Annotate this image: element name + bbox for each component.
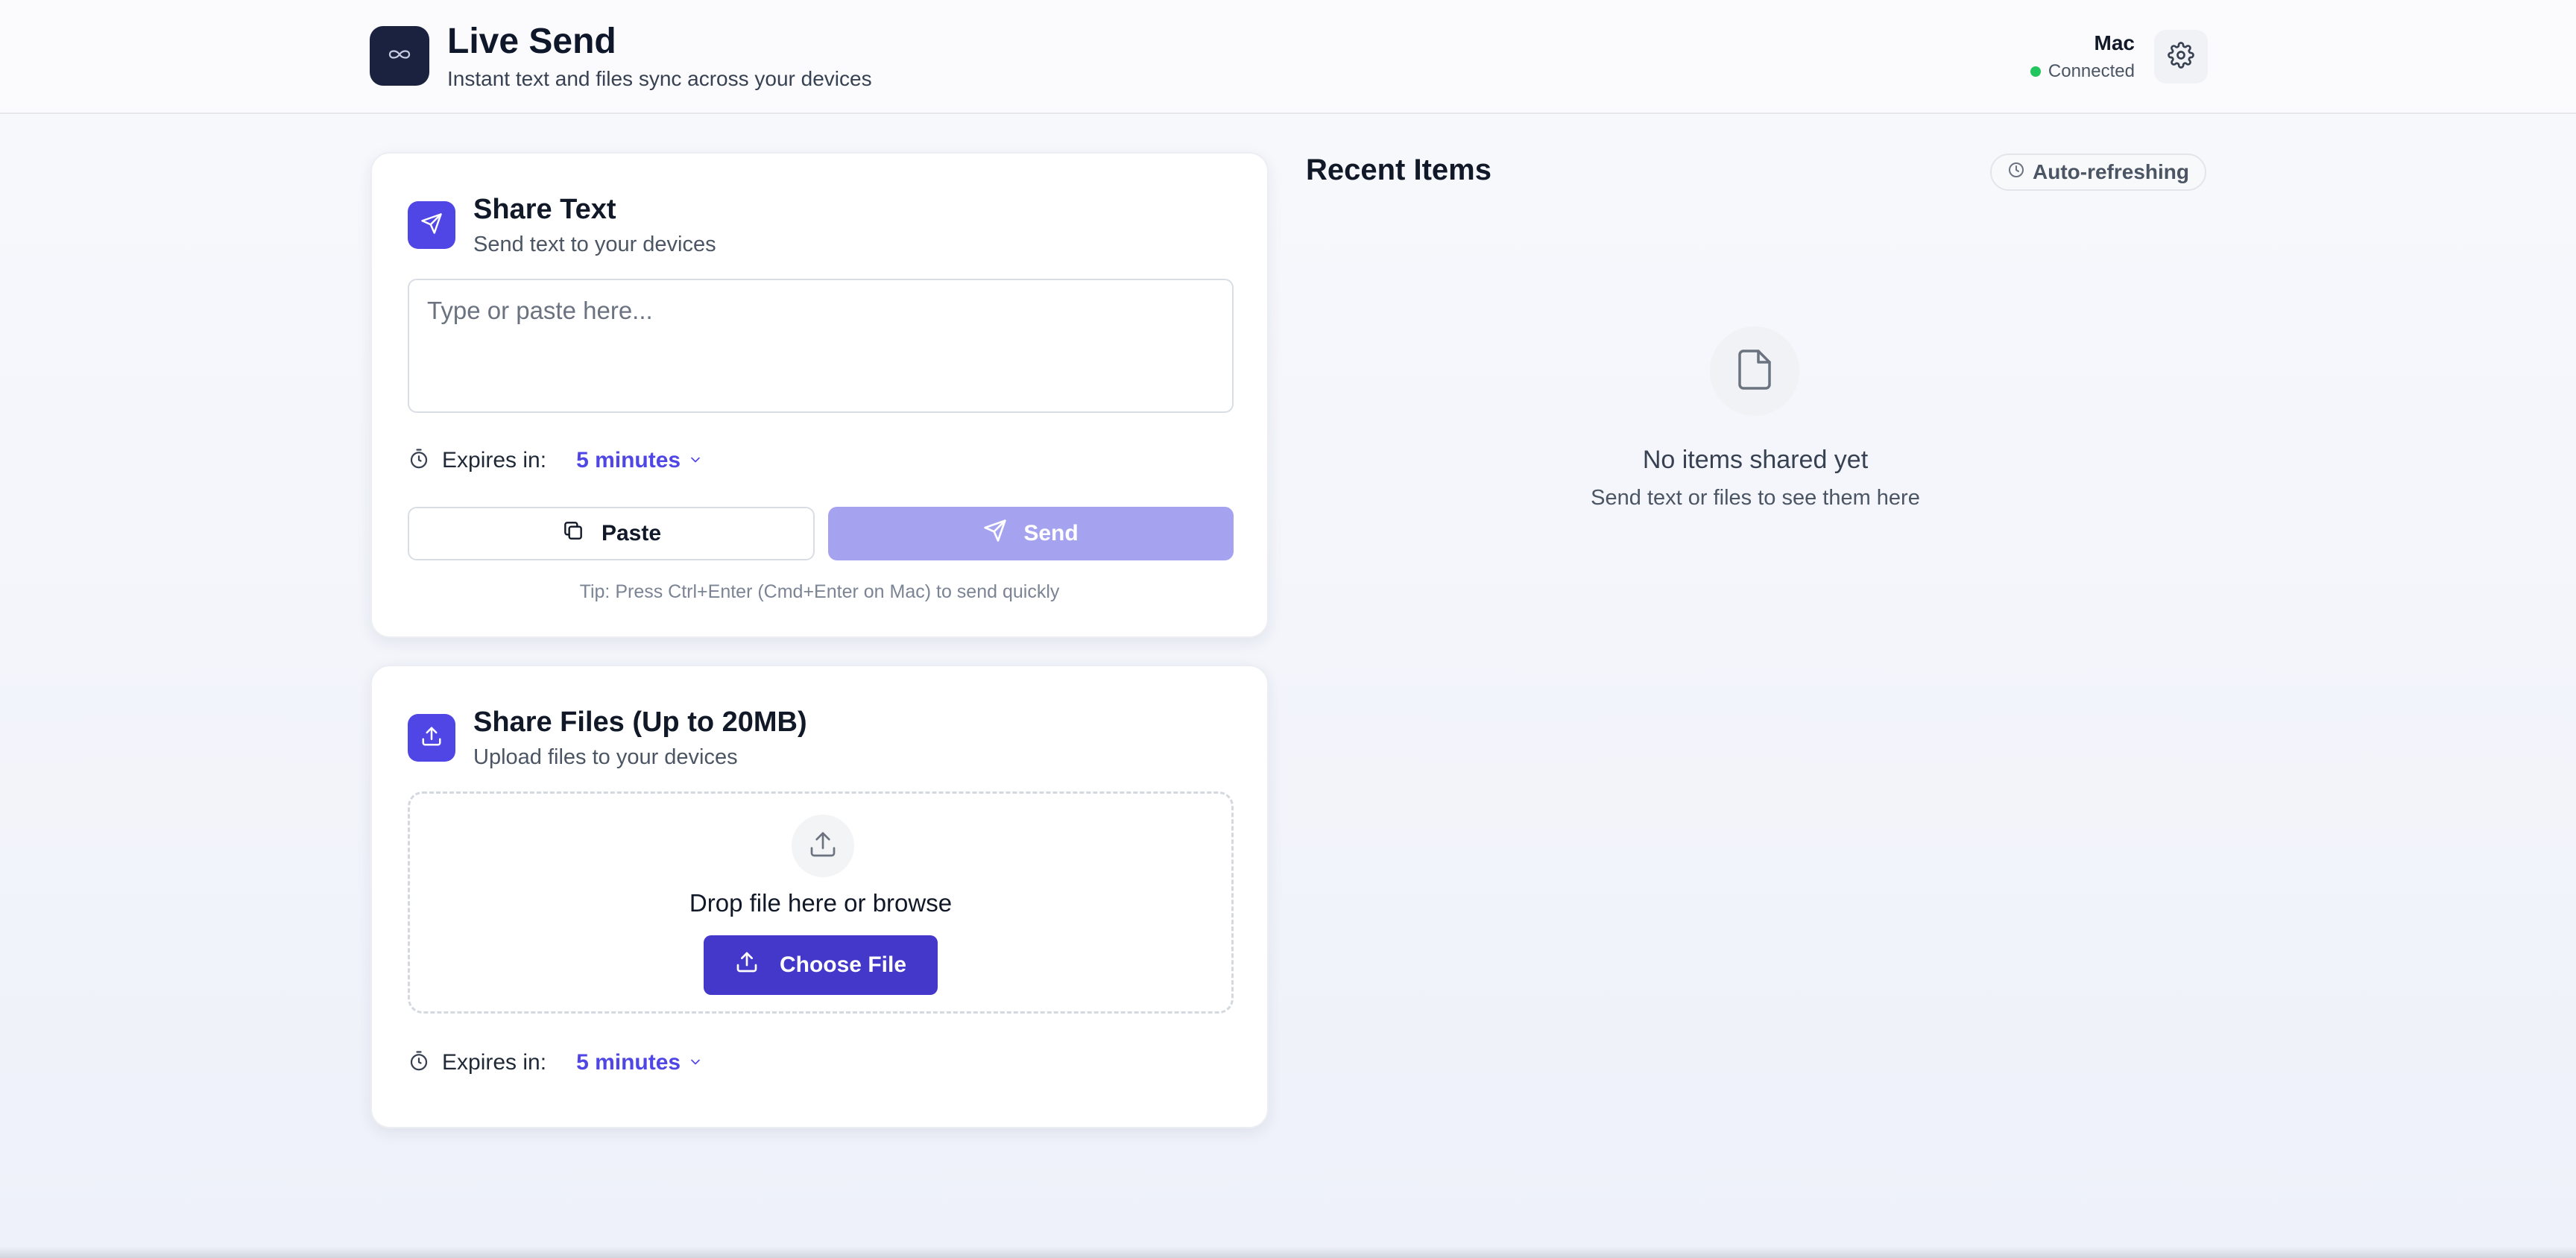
chevron-down-icon bbox=[688, 1050, 703, 1075]
share-files-title: Share Files (Up to 20MB) bbox=[473, 707, 807, 738]
upload-icon bbox=[808, 829, 838, 863]
auto-refresh-label: Auto-refreshing bbox=[2033, 160, 2189, 183]
empty-state-title: No items shared yet bbox=[1642, 446, 1869, 474]
clock-icon bbox=[2007, 160, 2025, 184]
empty-state-subtitle: Send text or files to see them here bbox=[1591, 486, 1920, 510]
share-text-icon-badge bbox=[408, 201, 455, 249]
upload-icon bbox=[735, 950, 759, 980]
timer-icon bbox=[408, 1050, 430, 1076]
text-input[interactable] bbox=[408, 279, 1234, 413]
settings-button[interactable] bbox=[2154, 30, 2208, 83]
send-button[interactable]: Send bbox=[828, 507, 1234, 560]
connection-status-label: Connected bbox=[2048, 61, 2135, 81]
bottom-edge-shadow bbox=[0, 1246, 2576, 1258]
text-expires-select[interactable]: 5 minutes bbox=[576, 448, 703, 473]
share-text-title: Share Text bbox=[473, 194, 616, 225]
text-expires-value: 5 minutes bbox=[576, 448, 681, 472]
share-files-icon-badge bbox=[408, 714, 455, 762]
text-expires-row: Expires in: 5 minutes bbox=[408, 444, 703, 477]
choose-file-label: Choose File bbox=[779, 952, 907, 977]
chevron-down-icon bbox=[688, 448, 703, 473]
share-files-subtitle: Upload files to your devices bbox=[473, 745, 738, 769]
share-files-card: Share Files (Up to 20MB) Upload files to… bbox=[370, 665, 1269, 1128]
auto-refresh-badge: Auto-refreshing bbox=[1990, 154, 2206, 191]
file-dropzone[interactable]: Drop file here or browse Choose File bbox=[408, 791, 1234, 1014]
send-button-label: Send bbox=[1023, 521, 1079, 546]
dropzone-text: Drop file here or browse bbox=[689, 889, 953, 917]
share-text-subtitle: Send text to your devices bbox=[473, 233, 716, 256]
send-icon bbox=[420, 212, 443, 238]
dropzone-icon-circle bbox=[792, 815, 854, 877]
app-logo bbox=[370, 26, 429, 86]
send-tip: Tip: Press Ctrl+Enter (Cmd+Enter on Mac)… bbox=[579, 581, 1060, 602]
paste-button-label: Paste bbox=[601, 521, 662, 546]
text-expires-label: Expires in: bbox=[442, 448, 547, 472]
status-dot-icon bbox=[2030, 66, 2041, 77]
send-icon bbox=[983, 519, 1007, 549]
app-title: Live Send bbox=[447, 22, 616, 61]
timer-icon bbox=[408, 448, 430, 474]
share-text-card: Share Text Send text to your devices Exp… bbox=[370, 152, 1269, 638]
files-expires-value: 5 minutes bbox=[576, 1050, 681, 1075]
choose-file-button[interactable]: Choose File bbox=[704, 935, 938, 995]
infinity-icon bbox=[387, 48, 412, 64]
file-icon bbox=[1732, 347, 1777, 396]
gear-icon bbox=[2168, 41, 2194, 72]
app-header: Live Send Instant text and files sync ac… bbox=[0, 0, 2576, 114]
empty-state-icon-circle bbox=[1710, 326, 1799, 416]
copy-icon bbox=[561, 519, 585, 549]
upload-icon bbox=[420, 725, 443, 751]
app-subtitle: Instant text and files sync across your … bbox=[447, 67, 872, 90]
connection-status: Connected bbox=[2030, 61, 2135, 82]
device-name: Mac bbox=[2094, 31, 2135, 54]
paste-button[interactable]: Paste bbox=[408, 507, 815, 560]
recent-items-title: Recent Items bbox=[1306, 154, 1491, 186]
files-expires-row: Expires in: 5 minutes bbox=[408, 1046, 703, 1079]
files-expires-select[interactable]: 5 minutes bbox=[576, 1050, 703, 1075]
files-expires-label: Expires in: bbox=[442, 1050, 547, 1075]
